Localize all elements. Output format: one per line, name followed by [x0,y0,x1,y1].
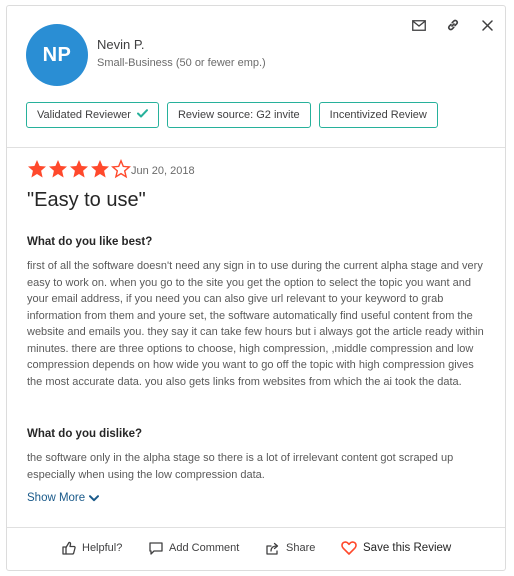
star-icon [70,160,88,178]
incentivized-review-badge[interactable]: Incentivized Review [318,102,438,128]
thumbs-up-icon [62,541,76,555]
share-button[interactable]: Share [266,540,315,556]
incentivized-review-label: Incentivized Review [329,109,427,121]
like-answer: first of all the software doesn't need a… [27,260,484,388]
reviewer-badges: Validated Reviewer Review source: G2 inv… [26,102,438,128]
star-rating [27,159,131,179]
star-icon [49,160,67,178]
show-more-label: Show More [27,492,86,504]
validated-reviewer-label: Validated Reviewer [37,109,131,121]
avatar-initials: NP [42,43,72,66]
chevron-down-icon [89,494,100,501]
header-actions [411,17,495,33]
comment-icon [149,541,163,555]
show-more-link[interactable]: Show More [27,492,100,504]
save-review-label: Save this Review [363,542,452,554]
add-comment-label: Add Comment [169,542,240,554]
add-comment-button[interactable]: Add Comment [149,540,239,556]
helpful-button[interactable]: Helpful? [62,540,122,556]
envelope-icon[interactable] [411,17,427,33]
checkmark-icon [136,109,148,121]
link-icon[interactable] [445,17,461,33]
save-review-button[interactable]: Save this Review [341,540,451,556]
avatar: NP [26,24,88,86]
validated-reviewer-badge[interactable]: Validated Reviewer [26,102,159,128]
dislike-answer: the software only in the alpha stage so … [27,452,454,481]
review-card: NP Nevin P. Small-Business (50 or fewer … [6,5,506,571]
section-divider [7,147,505,148]
heart-icon [341,541,357,555]
like-question: What do you like best? [27,236,153,248]
review-source-badge[interactable]: Review source: G2 invite [166,102,311,128]
company-size: Small-Business (50 or fewer emp.) [97,57,266,69]
star-icon [28,160,46,178]
footer-divider [7,527,505,528]
dislike-question: What do you dislike? [27,428,143,440]
review-date: Jun 20, 2018 [131,165,195,177]
review-title: "Easy to use" [27,189,146,211]
share-icon [266,542,279,555]
helpful-label: Helpful? [82,542,123,554]
close-icon[interactable] [479,17,495,33]
review-source-label: Review source: G2 invite [177,109,300,121]
star-empty-icon [111,159,131,179]
share-label: Share [286,542,316,554]
reviewer-name[interactable]: Nevin P. [97,37,144,52]
star-icon [91,160,109,178]
